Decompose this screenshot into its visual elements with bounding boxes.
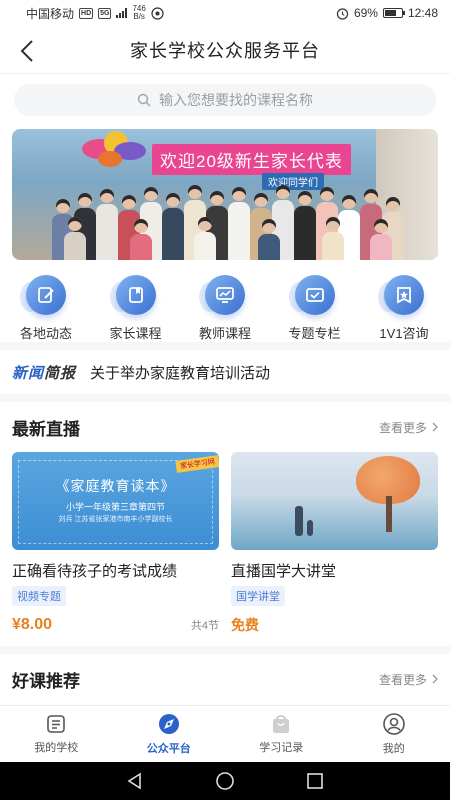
thumb-speaker: 刘兵 江苏省张家港市南丰小学副校长 — [58, 516, 173, 523]
bag-icon — [273, 715, 290, 733]
tab-label: 学习记录 — [259, 742, 304, 754]
category-label: 1V1咨询 — [379, 326, 429, 341]
course-price: ¥8.00 — [12, 616, 53, 633]
course-thumbnail — [231, 452, 438, 550]
tab-label: 公众平台 — [146, 743, 191, 755]
carrier-label: 中国移动 — [26, 6, 75, 21]
category-parent-courses[interactable]: 家长课程 — [94, 274, 178, 342]
network-speed: 746 B/s — [132, 5, 145, 21]
news-ticker[interactable]: 新闻简报 关于举办家庭教育培训活动 — [0, 350, 450, 394]
star-badge-icon — [384, 275, 424, 315]
search-icon — [137, 93, 151, 107]
alarm-icon — [336, 7, 349, 20]
network-type-badge: 5G — [98, 7, 112, 19]
category-special-topics[interactable]: 专题专栏 — [273, 274, 357, 342]
live-card-list: 家长学习网 《家庭教育读本》 小学一年级第三章第四节 刘兵 江苏省张家港市南丰小… — [0, 452, 450, 636]
course-tag: 国学讲堂 — [231, 586, 285, 606]
category-label: 教师课程 — [198, 326, 251, 341]
chevron-right-icon — [432, 674, 438, 684]
news-tag-b: 简报 — [44, 364, 77, 382]
app-notification-icon — [151, 6, 164, 20]
compass-icon — [158, 714, 179, 734]
course-card[interactable]: 直播国学大讲堂 国学讲堂 免费 — [231, 452, 438, 636]
view-more-label: 查看更多 — [378, 672, 427, 687]
edit-icon — [26, 275, 66, 315]
folder-check-icon — [294, 275, 335, 315]
category-1v1-consult[interactable]: 1V1咨询 — [362, 274, 446, 342]
banner-caption: 欢迎20级新生家长代表 — [152, 144, 351, 175]
user-icon — [382, 713, 405, 735]
category-label: 家长课程 — [109, 326, 162, 341]
chevron-left-icon — [20, 40, 33, 62]
battery-icon — [382, 8, 405, 18]
app-header: 家长学校公众服务平台 — [0, 26, 450, 74]
school-logo-icon — [82, 131, 146, 167]
thumb-title: 《家庭教育读本》 — [55, 478, 176, 494]
section-title: 最新直播 — [12, 419, 80, 439]
live-section-header: 最新直播 查看更多 — [0, 402, 450, 452]
group-photo — [52, 176, 404, 260]
clock: 12:48 — [407, 6, 438, 20]
book-icon — [115, 275, 156, 315]
view-more-label: 查看更多 — [378, 420, 427, 435]
thumb-subtitle: 小学一年级第三章第四节 — [65, 502, 165, 512]
search-placeholder: 输入您想要找的课程名称 — [159, 92, 313, 108]
speed-unit: B/s — [133, 12, 145, 21]
recommend-section-header: 好课推荐 查看更多 — [0, 654, 450, 704]
search-input[interactable]: 输入您想要找的课程名称 — [14, 84, 436, 116]
course-tag: 视频专题 — [12, 586, 66, 606]
course-thumbnail: 家长学习网 《家庭教育读本》 小学一年级第三章第四节 刘兵 江苏省张家港市南丰小… — [12, 452, 219, 550]
hd-badge: HD — [79, 7, 94, 19]
category-local-news[interactable]: 各地动态 — [4, 274, 88, 342]
status-bar: 中国移动 HD 5G 746 B/s 69% 12:48 — [0, 0, 450, 26]
category-teacher-courses[interactable]: 教师课程 — [183, 274, 267, 342]
divider — [0, 342, 450, 350]
nav-home-icon[interactable] — [215, 771, 235, 791]
nav-recent-icon[interactable] — [305, 771, 325, 791]
view-more-link[interactable]: 查看更多 — [379, 419, 438, 436]
battery-percent: 69% — [353, 6, 378, 20]
system-nav-bar — [0, 762, 450, 800]
tab-label: 我的 — [382, 743, 405, 755]
course-price: 免费 — [231, 617, 259, 633]
signal-icon — [116, 8, 128, 18]
tab-study-record[interactable]: 学习记录 — [236, 713, 326, 755]
lesson-count: 共4节 — [190, 620, 219, 632]
school-icon — [47, 715, 66, 733]
banner-carousel[interactable]: 欢迎20级新生家长代表 欢迎同学们 — [12, 129, 438, 260]
view-more-link[interactable]: 查看更多 — [379, 671, 438, 688]
course-card[interactable]: 家长学习网 《家庭教育读本》 小学一年级第三章第四节 刘兵 江苏省张家港市南丰小… — [12, 452, 219, 636]
category-label: 各地动态 — [19, 326, 72, 341]
divider — [0, 646, 450, 654]
chart-icon — [205, 275, 245, 315]
news-tag-a: 新闻 — [12, 364, 45, 382]
page-title: 家长学校公众服务平台 — [130, 40, 320, 61]
section-title: 好课推荐 — [12, 671, 80, 691]
back-button[interactable] — [10, 34, 44, 68]
tab-label: 我的学校 — [34, 742, 79, 754]
tab-my-school[interactable]: 我的学校 — [11, 713, 101, 755]
category-label: 专题专栏 — [288, 326, 341, 341]
category-grid: 各地动态 家长课程 教师课程 专题专栏 1V1咨询 — [0, 274, 450, 342]
news-headline[interactable]: 关于举办家庭教育培训活动 — [90, 362, 270, 383]
tab-public-platform[interactable]: 公众平台 — [124, 712, 214, 756]
nav-back-icon[interactable] — [125, 771, 145, 791]
course-title: 正确看待孩子的考试成绩 — [12, 563, 178, 580]
divider — [0, 394, 450, 402]
chevron-right-icon — [432, 422, 438, 432]
course-title: 直播国学大讲堂 — [231, 563, 337, 580]
news-tag: 新闻简报 — [12, 362, 76, 383]
tab-mine[interactable]: 我的 — [349, 712, 439, 756]
bottom-tab-bar: 我的学校 公众平台 学习记录 我的 — [0, 705, 450, 762]
